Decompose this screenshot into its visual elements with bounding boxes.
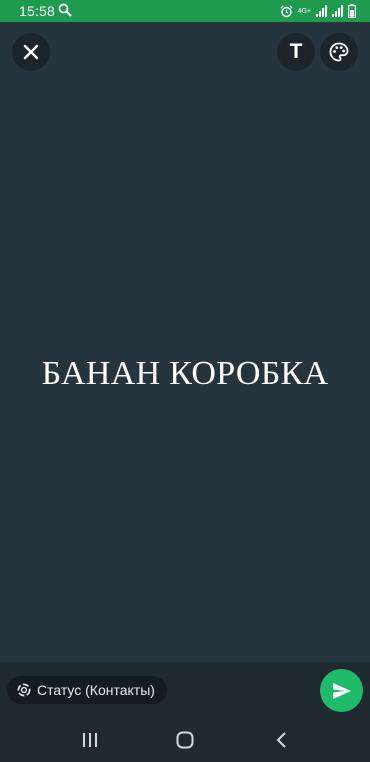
navigation-bar [0, 718, 370, 762]
recents-icon[interactable] [80, 730, 100, 750]
status-icon [17, 683, 31, 697]
send-button[interactable] [320, 669, 363, 712]
close-button[interactable] [12, 33, 50, 71]
search-icon [58, 3, 72, 17]
home-icon[interactable] [175, 730, 195, 750]
signal-icon [316, 5, 327, 17]
status-text[interactable]: БАНАН КОРОБКА [0, 355, 370, 393]
back-icon[interactable] [272, 730, 292, 750]
status-bar: 15:58 4G+ [0, 0, 370, 22]
status-icons: 4G+ [280, 3, 356, 19]
status-time: 15:58 [19, 3, 56, 19]
palette-icon [329, 42, 349, 62]
close-icon [23, 44, 39, 60]
status-audience-button[interactable]: Статус (Контакты) [7, 676, 167, 704]
font-button[interactable]: T [277, 33, 315, 71]
send-icon [332, 682, 351, 699]
text-icon: T [289, 40, 303, 63]
signal-icon [332, 5, 343, 17]
status-canvas[interactable] [0, 22, 370, 662]
battery-icon [348, 4, 356, 18]
color-button[interactable] [320, 33, 358, 71]
alarm-icon [280, 5, 293, 17]
network-type: 4G+ [297, 7, 311, 15]
audience-label: Статус (Контакты) [37, 682, 155, 698]
